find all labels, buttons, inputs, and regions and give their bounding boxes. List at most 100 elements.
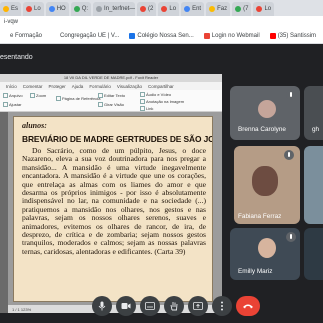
browser-tab[interactable]: In_terfnet—BanKi...	[93, 2, 136, 16]
bookmark-icon	[52, 32, 59, 39]
browser-tab[interactable]: Ent	[181, 2, 205, 16]
fit-icon	[3, 102, 8, 108]
participant-tile[interactable]: Brenna Carolyne	[230, 86, 300, 140]
ribbon-button[interactable]: Áudio e Vídeo	[140, 92, 171, 98]
participant-tile[interactable]: Emilly Mariz	[230, 228, 300, 280]
ribbon-tab[interactable]: Proteger	[49, 84, 66, 89]
mic-muted-icon	[286, 232, 296, 242]
bookmark-item[interactable]: (35) Santissim	[269, 32, 317, 39]
address-bar[interactable]: i-vqw	[0, 16, 323, 28]
tab-favicon-icon	[209, 6, 216, 12]
ribbon-button[interactable]: Página de Referência	[56, 96, 100, 102]
ribbon-tab[interactable]: Formulário	[89, 84, 111, 89]
browser-tab[interactable]: (7	[232, 2, 252, 16]
tab-label: Faz	[217, 6, 228, 12]
browser-tab[interactable]: Lo	[158, 2, 180, 16]
ribbon-button[interactable]: Arquivo	[3, 93, 23, 99]
ribbon-button[interactable]: Zoom	[30, 93, 46, 99]
browser-tab[interactable]: Faz	[206, 2, 231, 16]
browser-tab[interactable]: HO	[45, 2, 69, 16]
tab-label: Lo	[264, 6, 272, 12]
bookmark-item[interactable]: e Formação	[2, 32, 43, 39]
tab-favicon-icon	[26, 6, 33, 12]
participant-name: Emilly Mariz	[238, 268, 273, 275]
tab-label: In_terfnet—BanKi...	[104, 6, 136, 12]
ribbon-button[interactable]: Girar Visão	[98, 102, 124, 108]
tab-label: Es	[11, 6, 19, 12]
participant-tile[interactable]	[304, 228, 323, 280]
ribbon-tab[interactable]: Comentar	[23, 84, 43, 89]
bookmark-item[interactable]: Login no Webmail	[203, 32, 260, 39]
bookmark-label: e Formação	[10, 32, 43, 39]
tab-label: Q:	[81, 6, 89, 12]
ribbon-button[interactable]: Link	[140, 106, 153, 112]
captions-icon[interactable]	[140, 296, 160, 316]
end-call-icon[interactable]	[236, 296, 260, 316]
bookmark-icon	[203, 32, 210, 39]
bookmark-item[interactable]: Colégio Nossa Sen...	[129, 32, 194, 39]
bookmark-item[interactable]: Congregação UE | V...	[52, 32, 119, 39]
ribbon-tab[interactable]: Início	[6, 84, 17, 89]
present-icon[interactable]	[188, 296, 208, 316]
video-icon	[140, 92, 145, 98]
avatar	[258, 238, 276, 258]
reader-title-bar: 18 VII DA DIL VERDE DE MADRE.pdf - Foxit…	[0, 74, 222, 82]
side-panel	[0, 112, 8, 313]
mic-muted-icon	[284, 150, 294, 160]
tab-favicon-icon	[48, 6, 55, 12]
call-controls	[0, 291, 323, 323]
browser-tab[interactable]: (2	[137, 2, 157, 16]
edit-text-icon	[98, 93, 103, 99]
tab-label: Lo	[34, 6, 41, 12]
presenting-label: esentando	[0, 54, 33, 61]
tab-favicon-icon	[73, 6, 80, 12]
browser-tab[interactable]: Q:	[70, 2, 92, 16]
participant-tile[interactable]: gh	[304, 86, 323, 140]
document-page: alunos: BREVIÁRIO DE MADRE GERTRUDES DE …	[13, 116, 213, 302]
tab-favicon-icon	[161, 6, 168, 12]
rotate-icon	[98, 102, 103, 108]
bookmark-icon	[269, 32, 276, 39]
tab-favicon-icon	[140, 6, 147, 12]
more-icon[interactable]	[212, 296, 232, 316]
image-icon	[140, 99, 145, 105]
ribbon-tab[interactable]: Visualização	[117, 84, 142, 89]
participant-tile[interactable]: Fabiana Ferraz	[234, 146, 300, 224]
url-text: i-vqw	[4, 19, 19, 25]
shared-screen: 18 VII DA DIL VERDE DE MADRE.pdf - Foxit…	[0, 74, 222, 313]
bookmark-icon	[129, 32, 136, 39]
meet-area: esentando 18 VII DA DIL VERDE DE MADRE.p…	[0, 44, 323, 323]
participant-tile[interactable]	[304, 146, 323, 224]
tab-favicon-icon	[235, 6, 242, 12]
ribbon-tab[interactable]: Compartilhar	[148, 84, 174, 89]
avatar	[252, 166, 278, 196]
bookmark-label: Login no Webmail	[211, 32, 260, 39]
tab-label: HO	[56, 6, 66, 12]
tab-favicon-icon	[3, 6, 9, 12]
ribbon-button[interactable]: Editar Texto	[98, 93, 125, 99]
hand-icon[interactable]	[164, 296, 184, 316]
ribbon-tab[interactable]: Ajuda	[72, 84, 84, 89]
browser-tab[interactable]: Es	[0, 2, 22, 16]
tab-label: Lo	[169, 6, 177, 12]
browser-tab-bar: Es Lo HO Q: In_terfnet—BanKi... (2 Lo Ent Faz (7 L…	[0, 0, 323, 16]
bookmarks-bar: e Formação Congregação UE | V... Colégio N…	[0, 28, 323, 44]
mic-icon[interactable]	[92, 296, 112, 316]
bookmark-label: (35) Santissim	[277, 32, 317, 39]
page-heading: alunos:	[22, 121, 47, 130]
tab-favicon-icon	[184, 6, 191, 12]
ribbon: Arquivo Ajustar Zoom Página de Referênci…	[0, 90, 222, 112]
participant-name: Fabiana Ferraz	[238, 213, 282, 220]
page-icon	[56, 96, 61, 102]
browser-tab[interactable]: Lo	[23, 2, 44, 16]
ribbon-tabs: Início Comentar Proteger Ajuda Formulário Vis…	[0, 82, 222, 90]
tab-label: (7	[243, 6, 249, 12]
ribbon-button[interactable]: Anotação na Imagem	[140, 99, 184, 105]
tab-favicon-icon	[256, 6, 263, 12]
browser-tab[interactable]: Lo	[253, 2, 275, 16]
ribbon-button[interactable]: Ajustar	[3, 102, 21, 108]
participant-name: Brenna Carolyne	[238, 126, 286, 133]
tab-label: (2	[148, 6, 154, 12]
camera-icon[interactable]	[116, 296, 136, 316]
avatar	[258, 100, 276, 118]
